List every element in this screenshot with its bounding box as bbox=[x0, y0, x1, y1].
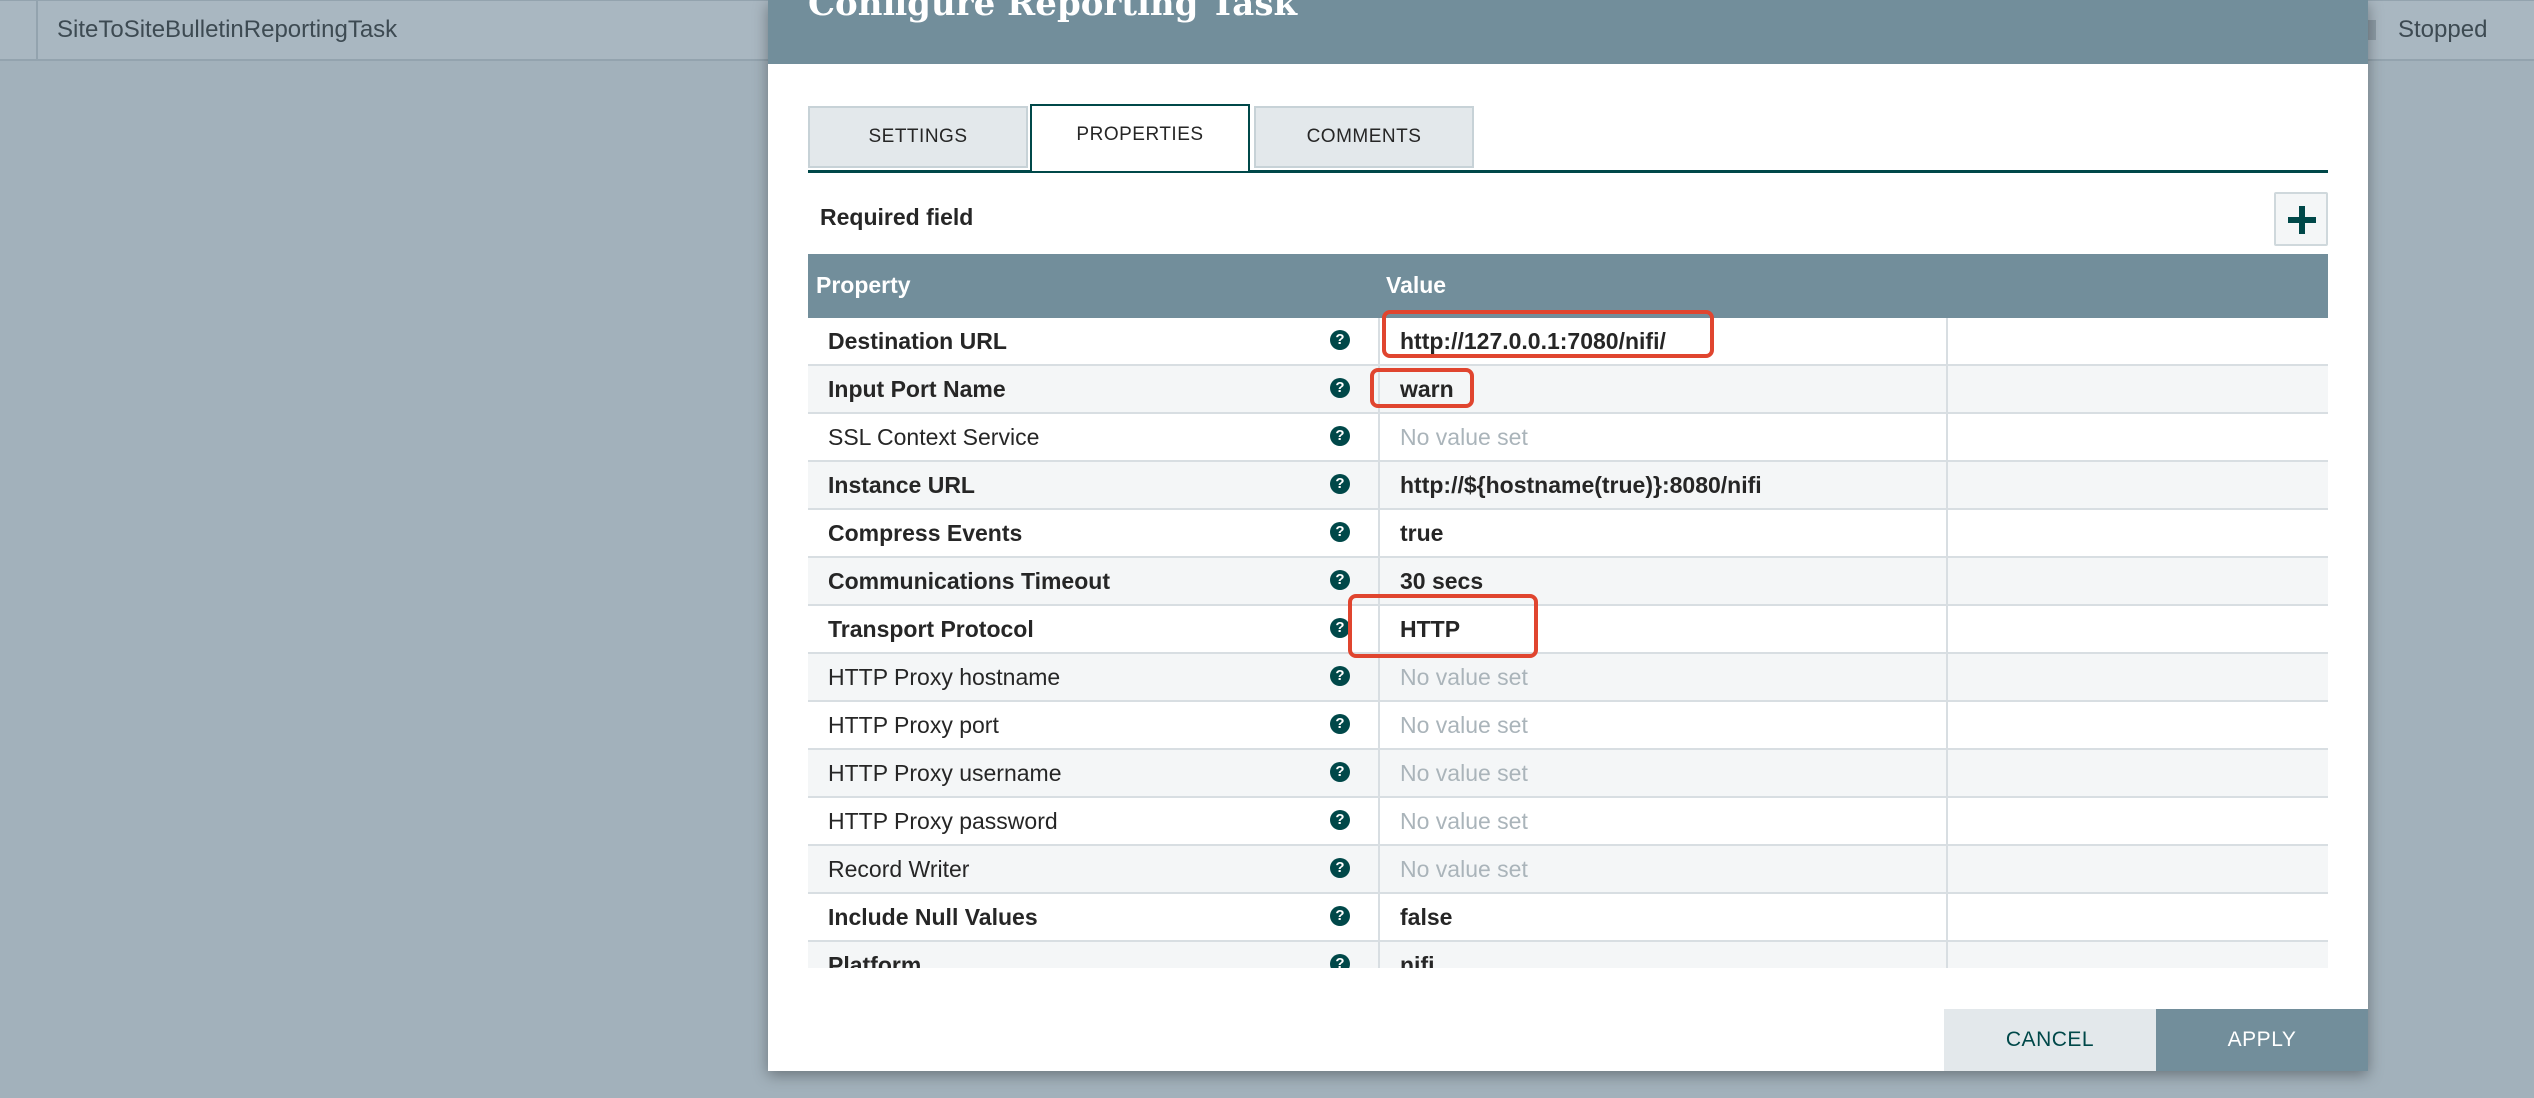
property-value-cell[interactable]: No value set bbox=[1378, 798, 1948, 844]
property-name: Instance URL bbox=[828, 472, 975, 498]
table-row: Instance URL? http://${hostname(true)}:80… bbox=[808, 462, 2328, 510]
property-value-cell[interactable]: http://127.0.0.1:7080/nifi/ bbox=[1378, 318, 1948, 364]
property-value: No value set bbox=[1400, 712, 1528, 738]
column-header-property: Property bbox=[816, 272, 911, 298]
property-name: Input Port Name bbox=[828, 376, 1006, 402]
property-name: SSL Context Service bbox=[828, 424, 1040, 450]
property-name: Compress Events bbox=[828, 520, 1023, 546]
tab-properties[interactable]: PROPERTIES bbox=[1030, 104, 1250, 171]
table-body: Destination URL? http://127.0.0.1:7080/ni… bbox=[808, 318, 2328, 968]
property-value-cell[interactable]: false bbox=[1378, 894, 1948, 940]
background-task-name: SiteToSiteBulletinReportingTask bbox=[57, 16, 398, 43]
table-header: Property Value bbox=[808, 254, 2328, 318]
help-icon[interactable]: ? bbox=[1330, 714, 1350, 734]
property-value: http://${hostname(true)}:8080/nifi bbox=[1400, 472, 1762, 498]
dialog-header: Configure Reporting Task bbox=[768, 0, 2368, 64]
table-row: Compress Events? true bbox=[808, 510, 2328, 558]
row-divider bbox=[36, 1, 38, 59]
property-name: HTTP Proxy username bbox=[828, 760, 1062, 786]
property-value: No value set bbox=[1400, 760, 1528, 786]
property-value-cell[interactable]: http://${hostname(true)}:8080/nifi bbox=[1378, 462, 1948, 508]
property-name: Include Null Values bbox=[828, 904, 1038, 930]
tab-settings[interactable]: SETTINGS bbox=[808, 106, 1028, 168]
property-value-cell[interactable]: 30 secs bbox=[1378, 558, 1948, 604]
table-row: HTTP Proxy username? No value set bbox=[808, 750, 2328, 798]
property-value-cell[interactable]: nifi bbox=[1378, 942, 1948, 968]
property-name: HTTP Proxy hostname bbox=[828, 664, 1061, 690]
property-value-cell[interactable]: No value set bbox=[1378, 414, 1948, 460]
property-value: No value set bbox=[1400, 664, 1528, 690]
help-icon[interactable]: ? bbox=[1330, 762, 1350, 782]
property-value: warn bbox=[1400, 376, 1454, 402]
help-icon[interactable]: ? bbox=[1330, 522, 1350, 542]
add-property-button[interactable] bbox=[2274, 192, 2328, 246]
apply-button[interactable]: APPLY bbox=[2156, 1009, 2368, 1071]
help-icon[interactable]: ? bbox=[1330, 570, 1350, 590]
help-icon[interactable]: ? bbox=[1330, 426, 1350, 446]
help-icon[interactable]: ? bbox=[1330, 954, 1350, 968]
property-value-cell[interactable]: No value set bbox=[1378, 702, 1948, 748]
property-value: http://127.0.0.1:7080/nifi/ bbox=[1400, 328, 1666, 354]
plus-icon bbox=[2288, 206, 2316, 234]
property-value-cell[interactable]: warn bbox=[1378, 366, 1948, 412]
table-row: HTTP Proxy password? No value set bbox=[808, 798, 2328, 846]
help-icon[interactable]: ? bbox=[1330, 378, 1350, 398]
property-value-cell[interactable]: HTTP bbox=[1378, 606, 1948, 652]
property-value-cell[interactable]: No value set bbox=[1378, 654, 1948, 700]
property-name: Record Writer bbox=[828, 856, 970, 882]
help-icon[interactable]: ? bbox=[1330, 666, 1350, 686]
table-row: Transport Protocol? HTTP bbox=[808, 606, 2328, 654]
property-name: HTTP Proxy password bbox=[828, 808, 1058, 834]
property-value-cell[interactable]: No value set bbox=[1378, 750, 1948, 796]
property-value: false bbox=[1400, 904, 1453, 930]
property-value-cell[interactable]: No value set bbox=[1378, 846, 1948, 892]
tab-comments[interactable]: COMMENTS bbox=[1254, 106, 1474, 168]
property-name: HTTP Proxy port bbox=[828, 712, 999, 738]
property-name: Transport Protocol bbox=[828, 616, 1034, 642]
property-value: nifi bbox=[1400, 952, 1435, 968]
properties-table: Property Value Destination URL? http://12… bbox=[808, 254, 2328, 968]
dialog-title: Configure Reporting Task bbox=[808, 0, 1298, 24]
cancel-button[interactable]: CANCEL bbox=[1944, 1009, 2156, 1071]
property-value: No value set bbox=[1400, 856, 1528, 882]
table-row: Input Port Name? warn bbox=[808, 366, 2328, 414]
property-value: 30 secs bbox=[1400, 568, 1484, 594]
help-icon[interactable]: ? bbox=[1330, 330, 1350, 350]
table-row: Record Writer? No value set bbox=[808, 846, 2328, 894]
property-value-cell[interactable]: true bbox=[1378, 510, 1948, 556]
help-icon[interactable]: ? bbox=[1330, 618, 1350, 638]
property-value: true bbox=[1400, 520, 1444, 546]
background-task-status: Stopped bbox=[2398, 16, 2488, 43]
help-icon[interactable]: ? bbox=[1330, 906, 1350, 926]
tab-bar: SETTINGS PROPERTIES COMMENTS bbox=[808, 104, 2328, 173]
table-row: HTTP Proxy hostname? No value set bbox=[808, 654, 2328, 702]
table-row: SSL Context Service? No value set bbox=[808, 414, 2328, 462]
table-row: Include Null Values? false bbox=[808, 894, 2328, 942]
property-value: HTTP bbox=[1400, 616, 1461, 642]
table-row: Communications Timeout? 30 secs bbox=[808, 558, 2328, 606]
required-field-label: Required field bbox=[820, 204, 974, 230]
help-icon[interactable]: ? bbox=[1330, 858, 1350, 878]
table-row: HTTP Proxy port? No value set bbox=[808, 702, 2328, 750]
property-value: No value set bbox=[1400, 808, 1528, 834]
help-icon[interactable]: ? bbox=[1330, 810, 1350, 830]
configure-reporting-task-dialog: Configure Reporting Task SETTINGS PROPER… bbox=[768, 0, 2368, 1071]
property-value: No value set bbox=[1400, 424, 1528, 450]
property-name: Destination URL bbox=[828, 328, 1007, 354]
property-name: Communications Timeout bbox=[828, 568, 1110, 594]
column-header-value: Value bbox=[1386, 272, 1447, 298]
help-icon[interactable]: ? bbox=[1330, 474, 1350, 494]
table-row: Destination URL? http://127.0.0.1:7080/ni… bbox=[808, 318, 2328, 366]
property-name: Platform bbox=[828, 952, 922, 968]
table-row: Platform? nifi bbox=[808, 942, 2328, 968]
